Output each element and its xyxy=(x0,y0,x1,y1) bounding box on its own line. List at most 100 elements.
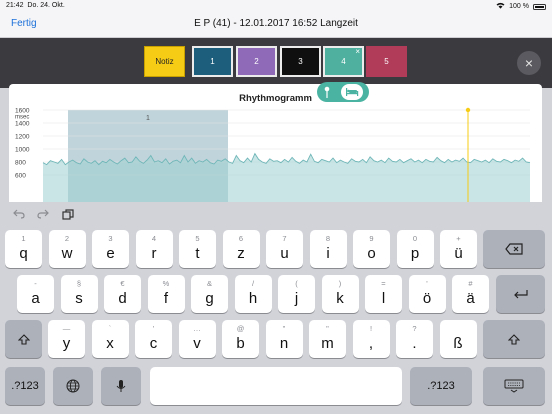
key-main-label: g xyxy=(205,290,214,307)
key-k[interactable]: ) k xyxy=(321,275,359,313)
shift-key-right[interactable] xyxy=(483,320,545,358)
close-button[interactable]: × xyxy=(517,51,541,75)
key-main-label: z xyxy=(237,245,245,262)
pin-icon xyxy=(323,86,331,98)
numbers-key-left[interactable]: .?123 xyxy=(5,367,45,405)
key-a[interactable]: -a xyxy=(17,275,54,313)
navigation-bar: Fertig E P (41) - 12.01.2017 16:52 Langz… xyxy=(0,12,552,38)
key-y[interactable]: — y xyxy=(48,320,85,358)
tab-5[interactable]: 5 xyxy=(366,46,407,77)
selection-label: 1 xyxy=(146,115,150,122)
key-alt-label: 9 xyxy=(369,234,374,243)
key-main-label: , xyxy=(368,335,374,352)
key-main-label: x xyxy=(106,335,114,352)
undo-icon[interactable] xyxy=(12,208,26,220)
battery-text: 100 % xyxy=(509,3,529,10)
key-alt-label: & xyxy=(206,279,212,288)
key-s[interactable]: § s xyxy=(60,275,98,313)
shift-key-left[interactable] xyxy=(5,320,42,358)
key-main-label: m xyxy=(321,335,334,352)
key-main-label: . xyxy=(412,335,417,352)
redo-icon[interactable] xyxy=(36,208,50,220)
shift-icon xyxy=(483,320,545,358)
key-main-label: ü xyxy=(454,245,463,262)
key-v[interactable]: … v xyxy=(178,320,216,358)
key-main-label: o xyxy=(367,245,376,262)
key-alt-label: € xyxy=(120,279,125,288)
key-alt-label: ) xyxy=(338,279,342,288)
globe-key[interactable] xyxy=(53,367,93,405)
tab-band: Notiz 1 2 3 4 × 5 × xyxy=(0,38,552,88)
key-f[interactable]: % f xyxy=(147,275,185,313)
key-ü[interactable]: + ü xyxy=(440,230,477,268)
backspace-key[interactable] xyxy=(483,230,545,268)
key-i[interactable]: 8i xyxy=(309,230,347,268)
key-m[interactable]: " m xyxy=(309,320,346,358)
key-w[interactable]: 2w xyxy=(48,230,86,268)
status-right: 100 % xyxy=(496,2,546,11)
key-main-label: p xyxy=(410,245,420,262)
tab-1[interactable]: 1 xyxy=(192,46,233,77)
key-j[interactable]: (j xyxy=(278,275,315,313)
key-r[interactable]: 4r xyxy=(135,230,173,268)
microphone-icon xyxy=(101,367,141,405)
dictation-key[interactable] xyxy=(101,367,141,405)
tab-4[interactable]: 4 × xyxy=(323,46,364,77)
page-title: E P (41) - 12.01.2017 16:52 Langzeit xyxy=(194,18,358,29)
key-alt-label: ' xyxy=(152,324,155,333)
key-u[interactable]: 7u xyxy=(266,230,303,268)
key-alt-label: # xyxy=(468,279,473,288)
key-main-label: ö xyxy=(422,290,432,307)
bed-icon xyxy=(341,84,363,100)
key-z[interactable]: 6z xyxy=(222,230,260,268)
key-alt-label: = xyxy=(381,279,386,288)
key-o[interactable]: 9o xyxy=(353,230,390,268)
key-alt-label: 1 xyxy=(21,234,26,243)
key-main-label: v xyxy=(193,335,201,352)
key-alt-label: / xyxy=(251,279,255,288)
tab-notiz[interactable]: Notiz xyxy=(144,46,185,77)
key-comma[interactable]: !, xyxy=(352,320,390,358)
chart-panel: Rhythmogramm 1 1600 1400 1200 1000 800 600 msec xyxy=(9,84,542,202)
key-q[interactable]: 1q xyxy=(5,230,42,268)
tab-2-label: 2 xyxy=(254,57,259,66)
view-toggle[interactable] xyxy=(317,82,369,102)
keyboard: 1 q 2 w 3 e 4 r 5 t 6 z 7 u 8 i 9 o 0 p + ü - a § s € d% f & g / h(j) k = l… xyxy=(0,202,552,414)
key-ö[interactable]: ' ö xyxy=(408,275,446,313)
key-b[interactable]: @ b xyxy=(222,320,259,358)
y-tick-label: 800 xyxy=(15,160,26,167)
key-alt-label: ' xyxy=(426,279,428,288)
key-e[interactable]: 3e xyxy=(92,230,129,268)
rhythmogram-chart[interactable]: 1 1600 1400 1200 1000 800 600 msec xyxy=(9,84,542,202)
return-key[interactable] xyxy=(496,275,545,313)
key-t[interactable]: 5t xyxy=(179,230,216,268)
key-h[interactable]: / h xyxy=(234,275,272,313)
hide-keyboard-key[interactable] xyxy=(483,367,545,405)
tab-4-label: 4 xyxy=(341,57,346,66)
key-alt-label: 5 xyxy=(195,234,200,243)
globe-icon xyxy=(53,367,93,405)
paste-icon[interactable] xyxy=(61,208,75,220)
key-main-label: f xyxy=(163,290,169,307)
space-key[interactable] xyxy=(150,367,402,405)
key-ß[interactable]: ß xyxy=(439,320,477,358)
key-d[interactable]: € d xyxy=(104,275,141,313)
key-p[interactable]: 0p xyxy=(396,230,434,268)
key-period[interactable]: ?. xyxy=(396,320,433,358)
key-l[interactable]: = l xyxy=(365,275,402,313)
key-alt-label: 7 xyxy=(282,234,287,243)
tab-2[interactable]: 2 xyxy=(236,46,277,77)
numbers-key-right[interactable]: .?123 xyxy=(410,367,472,405)
tab-4-close-icon[interactable]: × xyxy=(355,47,360,56)
key-x[interactable]: ` x xyxy=(91,320,129,358)
key-n[interactable]: " n xyxy=(265,320,303,358)
key-alt-label: " xyxy=(326,324,329,333)
key-c[interactable]: ' c xyxy=(135,320,172,358)
key-g[interactable]: & g xyxy=(191,275,228,313)
key-alt-label: @ xyxy=(236,324,245,333)
key-alt-label: ? xyxy=(412,324,417,333)
key-alt-label: + xyxy=(456,234,461,243)
key-ä[interactable]: # ä xyxy=(452,275,489,313)
tab-3[interactable]: 3 xyxy=(280,46,321,77)
y-tick-label: 1600 xyxy=(15,108,30,115)
